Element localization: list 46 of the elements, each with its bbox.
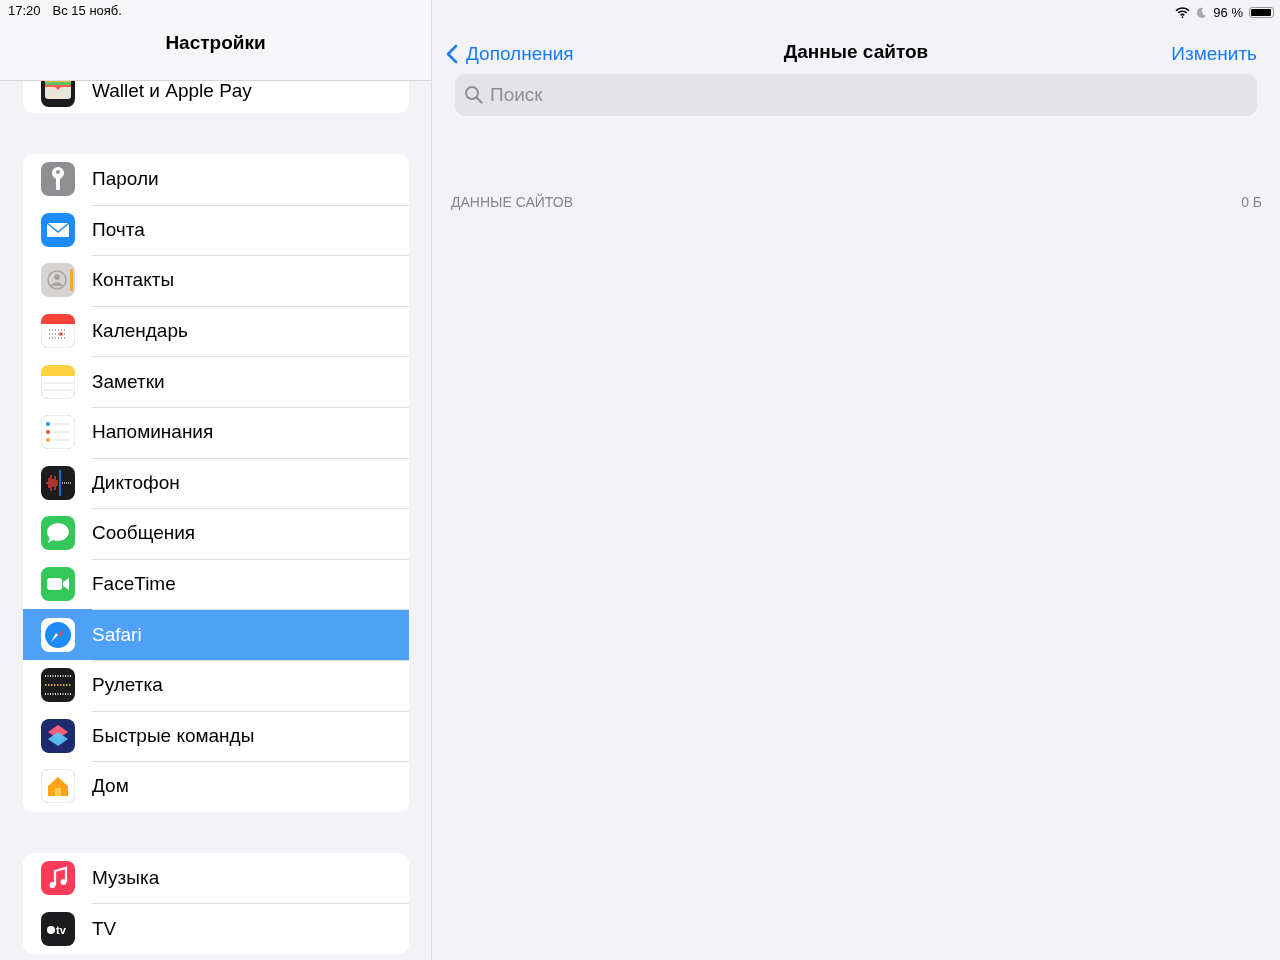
edit-button[interactable]: Изменить [1171, 43, 1257, 65]
settings-row[interactable]: Напоминания [23, 406, 409, 458]
back-button[interactable]: Дополнения [446, 43, 574, 65]
battery-icon [1249, 6, 1274, 18]
settings-row[interactable]: Пароли [23, 154, 409, 205]
tv-app-icon: tv [41, 911, 75, 946]
wallet-app-icon [41, 81, 75, 107]
settings-row[interactable]: Дом [23, 761, 409, 812]
settings-row[interactable]: tv TV [23, 903, 409, 954]
data-size: 0 Б [1241, 194, 1262, 210]
section-header: ДАННЫЕ САЙТОВ [451, 194, 573, 210]
settings-row[interactable]: FaceTime [23, 558, 409, 610]
settings-row[interactable]: Почта [23, 204, 409, 256]
contacts-app-icon [41, 263, 75, 298]
chevron-left-icon [446, 44, 458, 64]
status-time: 17:20 [8, 3, 41, 20]
passwords-app-icon [41, 162, 75, 197]
messages-app-icon [41, 516, 75, 551]
settings-row[interactable]: Wallet и Apple Pay [23, 81, 409, 113]
facetime-app-icon [41, 567, 75, 602]
mail-app-icon [41, 212, 75, 247]
search-icon [464, 85, 484, 105]
notes-app-icon [41, 364, 75, 399]
home-app-icon [41, 769, 75, 804]
settings-row[interactable]: Рулетка [23, 659, 409, 711]
settings-row[interactable]: Быстрые команды [23, 710, 409, 762]
settings-row[interactable]: Музыка [23, 852, 409, 904]
measure-app-icon [41, 668, 75, 703]
reminders-app-icon [41, 415, 75, 450]
settings-row[interactable]: Календарь [23, 305, 409, 357]
settings-row[interactable]: Сообщения [23, 508, 409, 559]
page-title: Данные сайтов [783, 41, 929, 63]
sidebar-title: Настройки [164, 32, 267, 54]
settings-row[interactable]: Диктофон [23, 457, 409, 509]
safari-app-icon [41, 617, 75, 652]
voice-app-icon [41, 465, 75, 500]
search-field[interactable]: Поиск [455, 74, 1257, 116]
settings-row[interactable]: Заметки [23, 356, 409, 407]
calendar-app-icon [41, 314, 75, 349]
battery-percent: 96 % [1213, 4, 1243, 20]
wifi-icon [1175, 6, 1191, 18]
music-app-icon [41, 861, 75, 895]
settings-row[interactable]: Контакты [23, 255, 409, 306]
status-date: Вс 15 нояб. [52, 3, 122, 20]
shortcuts-app-icon [41, 718, 75, 753]
moon-icon [1196, 6, 1208, 18]
